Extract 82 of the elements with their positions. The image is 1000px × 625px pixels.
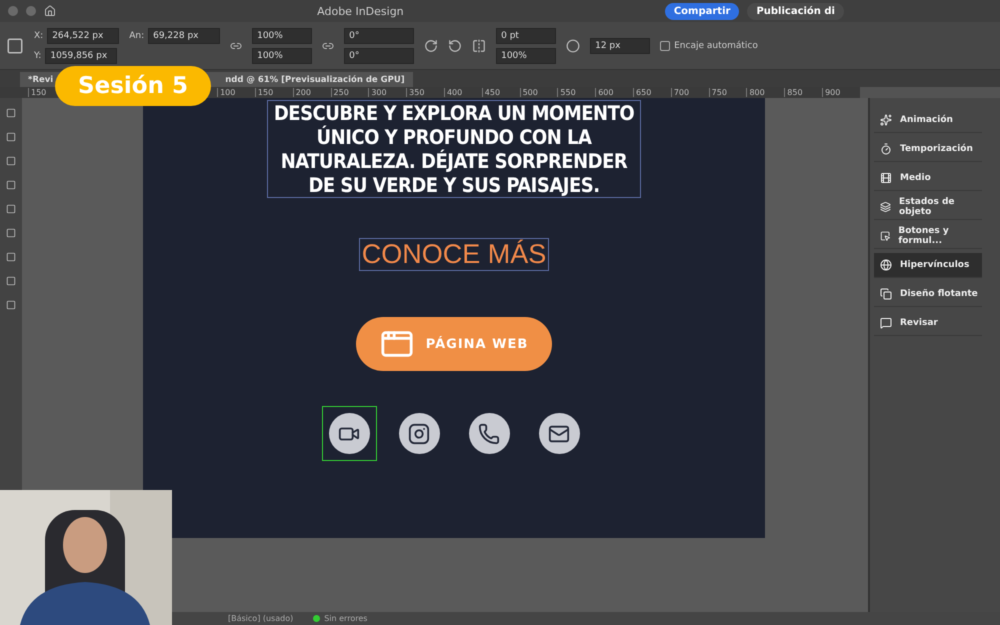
panel-item[interactable]: Estados de objeto	[874, 195, 982, 220]
ruler-label: 250	[330, 88, 368, 97]
mail-icon[interactable]	[538, 413, 580, 454]
scale-field[interactable]: 100%	[252, 48, 312, 64]
opacity-field[interactable]: 100%	[496, 48, 556, 64]
field-label: Y:	[34, 50, 42, 60]
ruler-label: 600	[595, 88, 634, 97]
ruler-label: 150	[254, 88, 293, 97]
heading: CONOCE MÁS	[358, 238, 550, 271]
layers-icon	[880, 201, 891, 213]
paragraph-line: DESCUBRE Y EXPLORA UN MOMENTO	[274, 101, 634, 125]
ruler-label: 900	[822, 88, 860, 97]
ruler-label: 450	[482, 88, 520, 97]
tab-name[interactable]: *Revi	[28, 74, 54, 84]
copy-icon	[880, 288, 892, 300]
globe-icon	[880, 259, 892, 271]
position-field[interactable]: 264,522 px	[47, 28, 120, 44]
panel-item[interactable]: Temporización	[874, 137, 982, 162]
button-label: PÁGINA WEB	[426, 336, 528, 352]
reference-point-icon[interactable]	[6, 36, 24, 54]
tool-icon[interactable]	[6, 132, 16, 142]
ruler-label: 150	[28, 88, 50, 97]
tool-icon[interactable]	[6, 276, 16, 286]
home-icon[interactable]	[44, 5, 56, 17]
paragraph-line: DE SU VERDE Y SUS PAISAJES.	[308, 173, 600, 197]
window-title: Adobe InDesign	[316, 4, 405, 18]
panel-item[interactable]: Hipervínculos	[874, 253, 982, 278]
panel-item[interactable]: Medio	[874, 166, 982, 191]
paragraph-line: ÚNICO Y PROFUNDO CON LA	[316, 125, 592, 149]
tool-icon[interactable]	[6, 108, 16, 118]
scale-field[interactable]: 100%	[252, 28, 312, 44]
field-label: X:	[34, 30, 44, 40]
panel-item[interactable]: Revisar	[874, 311, 982, 336]
tool-icon[interactable]	[6, 228, 16, 238]
rotate-icon[interactable]	[448, 38, 462, 52]
ruler-label: 500	[520, 88, 558, 97]
flip-icon[interactable]	[472, 38, 486, 52]
tool-icon[interactable]	[6, 204, 16, 214]
film-icon	[880, 172, 892, 184]
icon-frame[interactable]	[322, 406, 376, 461]
share-button[interactable]: Compartir	[664, 2, 740, 20]
ruler-label: 200	[292, 88, 331, 97]
tab-name[interactable]: ndd @ 61% [Previsualización de GPU]	[225, 74, 405, 84]
angle-field[interactable]: 0°	[344, 48, 414, 64]
angle-field[interactable]: 0°	[344, 28, 414, 44]
panel-item[interactable]: Animación	[874, 108, 982, 133]
ruler-label: 100	[217, 88, 255, 97]
status-dot	[313, 615, 320, 622]
gap-field[interactable]: 12 px	[590, 38, 650, 54]
preflight-status[interactable]: Sin errores	[324, 614, 368, 623]
tool-icon[interactable]	[6, 180, 16, 190]
ruler-label: 300	[368, 88, 406, 97]
panel-item[interactable]: Diseño flotante	[874, 282, 982, 307]
style-status[interactable]: [Básico] (usado)	[228, 614, 294, 623]
panel-item[interactable]: Botones y formul...	[874, 224, 982, 249]
ruler-label: 350	[406, 88, 444, 97]
session-badge: Sesión 5	[55, 66, 211, 106]
ruler-label: 800	[746, 88, 784, 97]
pointer-icon	[880, 230, 890, 242]
stroke-field[interactable]: 0 pt	[496, 28, 556, 44]
field-label: An:	[129, 30, 144, 40]
size-field[interactable]: 69,228 px	[148, 28, 220, 44]
tool-icon[interactable]	[6, 300, 16, 310]
chat-icon	[880, 317, 892, 329]
auto-fit-checkbox[interactable]	[660, 40, 670, 50]
publish-button[interactable]: Publicación di	[747, 2, 844, 20]
auto-fit-label: Encaje automático	[674, 40, 758, 50]
tool-icon[interactable]	[6, 156, 16, 166]
ruler-label: 650	[633, 88, 671, 97]
position-field[interactable]: 1059,856 px	[45, 48, 118, 64]
ruler-label: 400	[444, 88, 482, 97]
ruler-label: 750	[708, 88, 746, 97]
sparkles-icon	[880, 114, 892, 126]
ruler-label: 700	[670, 88, 709, 97]
ruler-label: 550	[557, 88, 596, 97]
video-icon[interactable]	[328, 413, 370, 454]
tool-icon[interactable]	[6, 252, 16, 262]
ruler-label: 850	[784, 88, 822, 97]
effects-icon[interactable]	[566, 38, 580, 52]
timer-icon	[880, 143, 892, 155]
rotate-icon[interactable]	[424, 38, 438, 52]
paragraph-line: NATURALEZA. DÉJATE SORPRENDER	[280, 149, 628, 173]
